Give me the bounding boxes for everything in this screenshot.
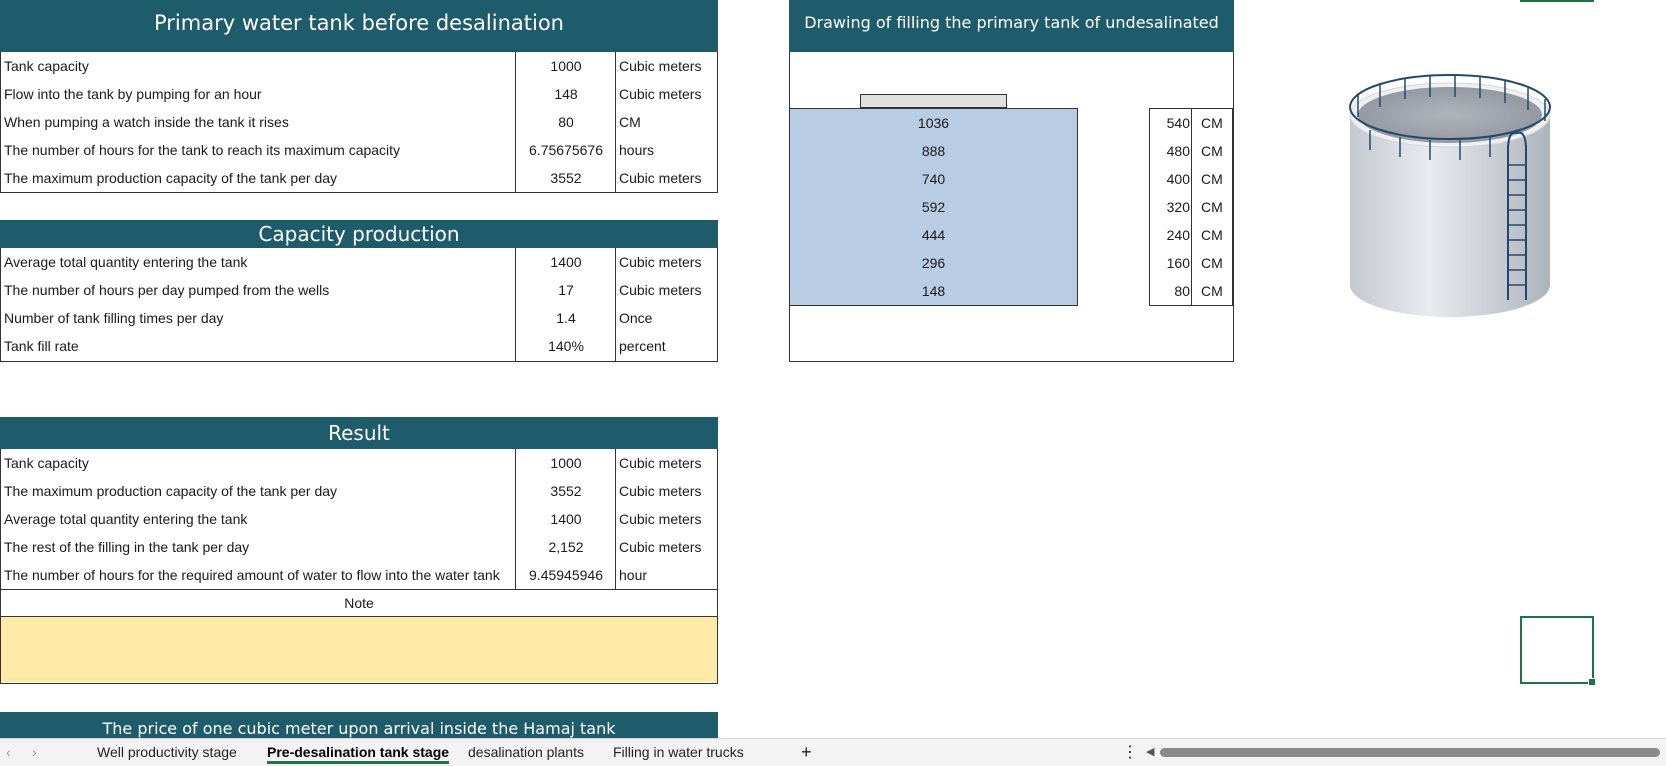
table-row[interactable]: When pumping a watch inside the tank it … — [1, 108, 717, 136]
table-row[interactable]: The number of hours per day pumped from … — [1, 276, 717, 304]
prev-sheet-icon[interactable]: ‹ — [6, 739, 11, 766]
table-row[interactable]: Number of tank filling times per day 1.4 O… — [1, 304, 717, 332]
scroll-left-icon[interactable]: ◀ — [1146, 739, 1154, 766]
table-row[interactable]: The number of hours for the tank to reac… — [1, 136, 717, 164]
table-row[interactable]: The maximum production capacity of the t… — [1, 477, 717, 505]
table-row[interactable]: Tank capacity 1000 Cubic meters — [1, 52, 717, 80]
add-sheet-button[interactable]: + — [801, 739, 812, 766]
sheet-tab-bar: ‹ › Well productivity stage Pre-desalina… — [0, 738, 1666, 766]
scale-row[interactable]: 240 CM — [1150, 221, 1232, 249]
drawing-header[interactable]: Drawing of filling the primary tank of u… — [789, 0, 1234, 78]
level-value: 740 — [921, 171, 946, 187]
tab-desalination-plants[interactable]: desalination plants — [468, 739, 584, 766]
water-tank-image[interactable] — [1340, 55, 1570, 330]
tank-lid — [860, 94, 1007, 108]
result-table: Tank capacity 1000 Cubic meters The maximu… — [0, 449, 718, 684]
note-area[interactable] — [1, 617, 717, 682]
table-row[interactable]: Average total quantity entering the tank… — [1, 248, 717, 276]
tab-filling-trucks[interactable]: Filling in water trucks — [613, 739, 744, 766]
next-sheet-icon[interactable]: › — [32, 739, 37, 766]
level-value: 1036 — [917, 115, 950, 131]
level-value: 888 — [921, 143, 946, 159]
selected-cell[interactable] — [1520, 616, 1596, 686]
scale-row[interactable]: 480 CM — [1150, 137, 1232, 165]
height-scale: 540 CM 480 CM 400 CM 320 CM 240 CM 160 CM 80 CM — [1149, 108, 1233, 306]
capacity-header[interactable]: Capacity production — [0, 220, 718, 248]
table-row[interactable]: Tank capacity 1000 Cubic meters — [1, 449, 717, 477]
table-row[interactable]: Average total quantity entering the tank… — [1, 505, 717, 533]
more-options-icon[interactable]: ⋮ — [1122, 739, 1138, 766]
primary-tank-table: Tank capacity 1000 Cubic meters Flow into … — [0, 52, 718, 193]
table-row[interactable]: The maximum production capacity of the t… — [1, 164, 717, 192]
capacity-table: Average total quantity entering the tank… — [0, 248, 718, 362]
table-row[interactable]: The number of hours for the required amo… — [1, 561, 717, 589]
scale-row[interactable]: 540 CM — [1150, 109, 1232, 137]
scale-row[interactable]: 80 CM — [1150, 277, 1232, 305]
note-label[interactable]: Note — [1, 590, 717, 616]
scale-row[interactable]: 400 CM — [1150, 165, 1232, 193]
table-row[interactable]: Tank fill rate 140% percent — [1, 332, 717, 360]
table-row[interactable]: Flow into the tank by pumping for an hou… — [1, 80, 717, 108]
drawing-frame: 1036 888 740 592 444 296 148 540 CM 480 CM… — [789, 52, 1234, 362]
fill-handle[interactable] — [1588, 678, 1596, 686]
level-value: 296 — [921, 255, 946, 271]
scale-row[interactable]: 320 CM — [1150, 193, 1232, 221]
level-value: 592 — [921, 199, 946, 215]
tab-pre-desalination[interactable]: Pre-desalination tank stage — [267, 739, 450, 766]
table-row[interactable]: The rest of the filling in the tank per … — [1, 533, 717, 561]
horizontal-scrollbar[interactable] — [1160, 748, 1660, 757]
water-level-fill[interactable]: 1036 888 740 592 444 296 148 — [789, 108, 1078, 306]
level-value: 444 — [921, 227, 946, 243]
tab-well-productivity[interactable]: Well productivity stage — [97, 739, 237, 766]
top-edge-mark — [1520, 0, 1594, 2]
primary-tank-header[interactable]: Primary water tank before desalination — [0, 0, 718, 52]
scale-row[interactable]: 160 CM — [1150, 249, 1232, 277]
level-value: 148 — [921, 283, 946, 299]
price-header[interactable]: The price of one cubic meter upon arriva… — [0, 712, 718, 738]
result-header[interactable]: Result — [0, 417, 718, 449]
